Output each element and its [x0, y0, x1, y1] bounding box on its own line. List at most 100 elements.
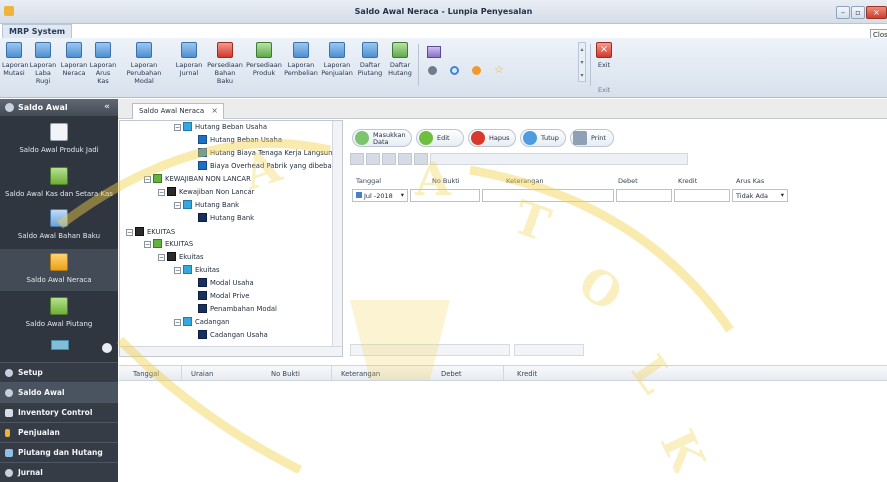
gallery-purple-icon[interactable]	[427, 46, 441, 58]
column-kredit[interactable]: Kredit	[517, 370, 537, 378]
sales-icon	[5, 429, 10, 437]
ribbon-button-laporan-arus-kas[interactable]: Laporan Arus Kas	[89, 40, 117, 90]
tree-node[interactable]: Modal Prive	[198, 291, 249, 303]
tree-node[interactable]: Modal Usaha	[198, 278, 254, 290]
printer-icon	[573, 131, 587, 145]
tree-node[interactable]: − Ekuitas	[174, 265, 220, 277]
delete-button[interactable]: Hapus	[468, 129, 516, 147]
balance-icon	[5, 103, 14, 112]
tree-node[interactable]: − Kewajiban Non Lancar	[158, 187, 254, 199]
ribbon-button-laporan-mutasi[interactable]: Laporan Mutasi	[2, 40, 28, 90]
column-uraian[interactable]: Uraian	[191, 370, 213, 378]
ribbon-button-laporan-neraca[interactable]: Laporan Neraca	[60, 40, 88, 90]
form-footer-field	[514, 344, 584, 356]
equity-icon	[135, 227, 144, 236]
tree-node[interactable]: − Hutang Bank	[174, 200, 239, 212]
tree-node[interactable]: Hutang Bank	[198, 213, 254, 225]
nav-tile-saldo-awal-piutang[interactable]: Saldo Awal Piutang	[0, 297, 118, 337]
ribbon-button-laporan-jurnal[interactable]: Laporan Jurnal	[174, 40, 204, 90]
column-keterangan[interactable]: Keterangan	[341, 370, 380, 378]
tree-node[interactable]: Cadangan Usaha	[198, 330, 268, 342]
add-data-button[interactable]: Masukkan Data	[352, 129, 412, 147]
close-window-button[interactable]: ×	[866, 6, 887, 19]
inventory-icon	[5, 409, 13, 417]
tree-node[interactable]: Penambahan Modal	[198, 304, 277, 316]
close-form-button[interactable]: Tutup	[520, 129, 566, 147]
nav-section-jurnal[interactable]: Jurnal	[0, 462, 118, 482]
report-icon	[35, 42, 51, 58]
collapse-pane-icon[interactable]: «	[104, 102, 110, 112]
kredit-label: Kredit	[678, 177, 698, 185]
exit-button[interactable]: × Exit	[594, 40, 614, 90]
tree-node[interactable]: − EKUITAS	[144, 239, 193, 251]
tree-node[interactable]: − EKUITAS	[126, 227, 175, 239]
nav-section-inventory-control[interactable]: Inventory Control	[0, 402, 118, 422]
ribbon-tab-mrp-system[interactable]: MRP System	[2, 24, 72, 38]
account-tree[interactable]: − Hutang Beban Usaha Hutang Beban Usaha H…	[119, 120, 343, 357]
tree-vertical-scrollbar[interactable]	[332, 121, 342, 348]
close-tab-icon[interactable]: ×	[211, 106, 218, 115]
journal-grid: Tanggal Uraian No Bukti Keterangan Debet…	[119, 358, 887, 473]
title-bar: Saldo Awal Neraca - Lunpia Penyesalan – …	[0, 0, 887, 24]
close-icon	[523, 131, 537, 145]
gallery-blue-icon[interactable]	[450, 66, 459, 75]
list-icon	[392, 42, 408, 58]
nav-section-piutang-dan-hutang[interactable]: Piutang dan Hutang	[0, 442, 118, 462]
tree-node[interactable]: Hutang Beban Usaha	[198, 135, 282, 147]
gear-icon	[5, 369, 13, 377]
tree-node[interactable]: − Ekuitas	[158, 252, 204, 264]
report-icon	[181, 42, 197, 58]
tanggal-date-picker[interactable]: Jul -2018 ▾	[352, 189, 408, 202]
account-icon	[198, 304, 207, 313]
debet-label: Debet	[618, 177, 638, 185]
ribbon-button-laporan-perubahan-modal[interactable]: Laporan Perubahan Modal	[119, 40, 169, 90]
ribbon-button-laporan-pembelian[interactable]: Laporan Pembelian	[284, 40, 318, 90]
gallery-orange-icon[interactable]	[472, 66, 481, 75]
tab-saldo-awal-neraca[interactable]: Saldo Awal Neraca ×	[132, 103, 224, 119]
tree-node[interactable]: − KEWAJIBAN NON LANCAR	[144, 174, 251, 186]
kredit-field[interactable]	[674, 189, 730, 202]
column-debet[interactable]: Debet	[441, 370, 462, 378]
arus-kas-label: Arus Kas	[736, 177, 765, 185]
nav-tile-saldo-awal-produk-jadi[interactable]: Saldo Awal Produk Jadi	[0, 123, 118, 163]
form-chip	[382, 153, 396, 165]
nav-tile-saldo-awal-bahan-baku[interactable]: Saldo Awal Bahan Baku	[0, 209, 118, 249]
materials-icon	[50, 209, 68, 227]
account-icon	[198, 291, 207, 300]
minimize-button[interactable]: –	[836, 6, 850, 19]
gallery-scroll-up-icon[interactable]: ▴ ▾ ▾	[578, 42, 586, 82]
nav-section-saldo-awal[interactable]: Saldo Awal	[0, 382, 118, 402]
report-icon	[66, 42, 82, 58]
print-button[interactable]: Print	[570, 129, 614, 147]
chevron-down-icon: ▾	[400, 191, 404, 199]
arus-kas-select[interactable]: Tidak Ada ▾	[732, 189, 788, 202]
account-icon	[198, 148, 207, 157]
debet-field[interactable]	[616, 189, 672, 202]
edit-button[interactable]: Edit	[416, 129, 464, 147]
gallery-star-icon[interactable]: ☆	[494, 63, 504, 76]
nav-tile-saldo-awal-kas[interactable]: Saldo Awal Kas dan Setara Kas	[0, 167, 118, 207]
ribbon-button-persediaan-bahan-baku[interactable]: Persediaan Bahan Baku	[206, 40, 244, 90]
tree-node[interactable]: − Cadangan	[174, 317, 230, 329]
tree-node[interactable]: Biaya Overhead Pabrik yang dibebani	[198, 161, 338, 173]
maximize-button[interactable]: ▫	[851, 6, 865, 19]
ribbon-button-daftar-hutang[interactable]: Daftar Hutang	[386, 40, 414, 90]
gallery-gray-icon[interactable]	[428, 66, 437, 75]
form-info-bar	[430, 153, 688, 165]
ribbon-button-laporan-laba-rugi[interactable]: Laporan Laba Rugi	[28, 40, 58, 90]
no-bukti-field[interactable]	[410, 189, 480, 202]
account-icon	[198, 330, 207, 339]
tree-horizontal-scrollbar[interactable]	[120, 346, 342, 356]
scroll-down-icon[interactable]	[102, 343, 112, 353]
ribbon-button-daftar-piutang[interactable]: Daftar Piutang	[356, 40, 384, 90]
ribbon-button-laporan-penjualan[interactable]: Laporan Penjualan	[320, 40, 354, 90]
ribbon-button-persediaan-produk[interactable]: Persediaan Produk	[246, 40, 282, 90]
tree-node[interactable]: Hutang Biaya Tenaga Kerja Langsung	[198, 148, 337, 160]
nav-section-setup[interactable]: Setup	[0, 362, 118, 382]
column-no-bukti[interactable]: No Bukti	[271, 370, 300, 378]
nav-section-penjualan[interactable]: Penjualan	[0, 422, 118, 442]
tree-node[interactable]: − Hutang Beban Usaha	[174, 122, 267, 134]
keterangan-field[interactable]	[482, 189, 614, 202]
column-tanggal[interactable]: Tanggal	[133, 370, 159, 378]
nav-tile-saldo-awal-neraca[interactable]: Saldo Awal Neraca	[0, 249, 118, 291]
